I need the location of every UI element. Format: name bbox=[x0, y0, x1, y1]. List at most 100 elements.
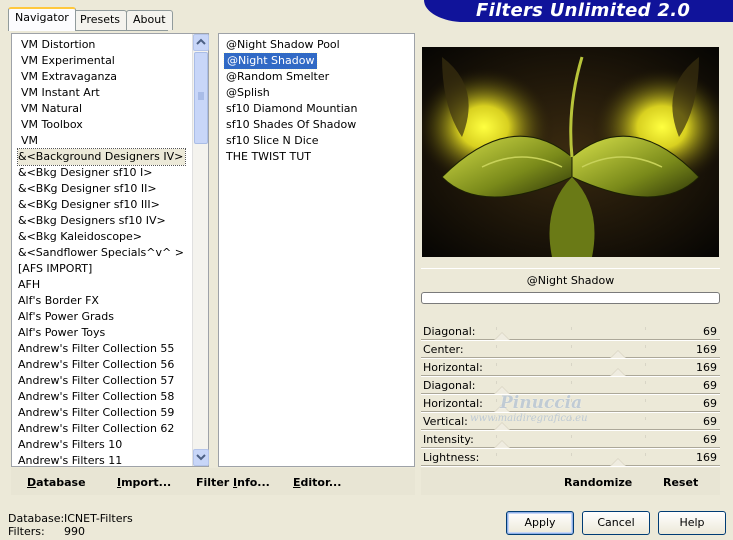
category-item-label: Alf's Power Grads bbox=[18, 310, 114, 323]
category-item[interactable]: Alf's Power Toys bbox=[18, 325, 192, 341]
slider-row[interactable]: Diagonal: 69 bbox=[421, 323, 720, 341]
status-database-value: ICNET-Filters bbox=[64, 512, 133, 525]
reset-button[interactable]: Reset bbox=[663, 476, 698, 489]
slider-thumb[interactable] bbox=[610, 350, 627, 358]
slider-track[interactable] bbox=[421, 465, 720, 467]
category-item[interactable]: Andrew's Filters 10 bbox=[18, 437, 192, 453]
apply-button[interactable]: Apply bbox=[506, 511, 574, 535]
app-title: Filters Unlimited 2.0 bbox=[476, 0, 691, 21]
slider-label: Lightness: bbox=[423, 451, 480, 464]
slider-value: 69 bbox=[703, 433, 717, 446]
category-item[interactable]: VM Natural bbox=[18, 101, 192, 117]
randomize-button[interactable]: Randomize bbox=[564, 476, 632, 489]
tab-navigator[interactable]: Navigator bbox=[8, 7, 76, 31]
category-item[interactable]: [AFS IMPORT] bbox=[18, 261, 192, 277]
slider-row[interactable]: Intensity: 69 bbox=[421, 431, 720, 449]
help-button[interactable]: Help bbox=[658, 511, 726, 535]
category-item[interactable]: Andrew's Filter Collection 56 bbox=[18, 357, 192, 373]
filter-item[interactable]: sf10 Shades Of Shadow bbox=[226, 117, 406, 133]
slider-thumb[interactable] bbox=[493, 332, 510, 340]
status-filters: Filters: 990 bbox=[8, 525, 85, 538]
slider-tick bbox=[645, 345, 647, 348]
category-item[interactable]: &<Bkg Designer sf10 I> bbox=[18, 165, 192, 181]
category-item[interactable]: &<Bkg Kaleidoscope> bbox=[18, 229, 192, 245]
category-item[interactable]: AFH bbox=[18, 277, 192, 293]
category-item[interactable]: VM Toolbox bbox=[18, 117, 192, 133]
category-item[interactable]: &<Bkg Designers sf10 IV> bbox=[18, 213, 192, 229]
category-item-label: VM Instant Art bbox=[21, 86, 100, 99]
filter-item-label: @Splish bbox=[226, 86, 270, 99]
filter-list[interactable]: @Night Shadow Pool @Night Shadow @Random S… bbox=[218, 33, 415, 467]
category-item[interactable]: Andrew's Filters 11 bbox=[18, 453, 192, 469]
slider-thumb[interactable] bbox=[493, 440, 510, 448]
category-item-label: &<Background Designers IV> bbox=[16, 148, 187, 166]
slider-label: Diagonal: bbox=[423, 325, 476, 338]
slider-tick bbox=[645, 453, 647, 456]
filter-item[interactable]: sf10 Diamond Mountian bbox=[226, 101, 406, 117]
category-list[interactable]: VM Distortion VM Experimental VM Extravaga… bbox=[11, 33, 209, 467]
category-item[interactable]: Andrew's Filter Collection 55 bbox=[18, 341, 192, 357]
slider-label: Diagonal: bbox=[423, 379, 476, 392]
slider-row[interactable]: Center: 169 bbox=[421, 341, 720, 359]
filter-item[interactable]: @Night Shadow Pool bbox=[226, 37, 406, 53]
active-filter-name: @Night Shadow bbox=[421, 268, 720, 290]
category-item-label: &<Bkg Designers sf10 IV> bbox=[18, 214, 166, 227]
scroll-down-button[interactable] bbox=[193, 449, 209, 466]
category-item[interactable]: Andrew's Filter Collection 57 bbox=[18, 373, 192, 389]
category-item[interactable]: VM Instant Art bbox=[18, 85, 192, 101]
filter-item[interactable]: @Night Shadow bbox=[222, 52, 406, 70]
slider-tick bbox=[645, 327, 647, 330]
category-item[interactable]: VM Extravaganza bbox=[18, 69, 192, 85]
category-item-label: Andrew's Filter Collection 62 bbox=[18, 422, 175, 435]
category-item-label: &<Bkg Designer sf10 I> bbox=[18, 166, 153, 179]
import-button[interactable]: Import... bbox=[117, 476, 171, 489]
scroll-up-button[interactable] bbox=[193, 34, 209, 51]
category-item[interactable]: Alf's Border FX bbox=[18, 293, 192, 309]
filter-info-button-label: Filter Info... bbox=[196, 476, 270, 489]
filter-info-button[interactable]: Filter Info... bbox=[196, 476, 270, 489]
database-button-label: atabase bbox=[36, 476, 86, 489]
category-item[interactable]: &<BKg Designer sf10 III> bbox=[18, 197, 192, 213]
slider-row[interactable]: Lightness: 169 bbox=[421, 449, 720, 467]
slider-tick bbox=[645, 417, 647, 420]
right-toolbar: Randomize Reset bbox=[421, 468, 720, 495]
category-item-label: &<BKg Designer sf10 III> bbox=[18, 198, 160, 211]
slider-value: 169 bbox=[696, 361, 717, 374]
filter-item[interactable]: @Splish bbox=[226, 85, 406, 101]
category-scrollbar[interactable] bbox=[192, 34, 209, 466]
category-item[interactable]: Andrew's Filter Collection 62 bbox=[18, 421, 192, 437]
filter-item-label: sf10 Slice N Dice bbox=[226, 134, 319, 147]
slider-tick bbox=[645, 381, 647, 384]
scroll-thumb[interactable] bbox=[194, 52, 208, 144]
slider-value: 169 bbox=[696, 451, 717, 464]
category-item[interactable]: Andrew's Filter Collection 58 bbox=[18, 389, 192, 405]
slider-tick bbox=[570, 435, 572, 438]
category-item[interactable]: Andrew's Filter Collection 59 bbox=[18, 405, 192, 421]
tab-about[interactable]: About bbox=[126, 10, 173, 30]
editor-button[interactable]: Editor... bbox=[293, 476, 341, 489]
category-item[interactable]: &<Background Designers IV> bbox=[16, 148, 192, 166]
database-button[interactable]: Database bbox=[27, 476, 86, 489]
category-item[interactable]: VM bbox=[18, 133, 192, 149]
cancel-button[interactable]: Cancel bbox=[582, 511, 650, 535]
slider-tick bbox=[495, 453, 497, 456]
category-item[interactable]: Alf's Power Grads bbox=[18, 309, 192, 325]
category-item[interactable]: VM Distortion bbox=[18, 37, 192, 53]
slider-row[interactable]: Horizontal: 169 bbox=[421, 359, 720, 377]
category-item[interactable]: &<Sandflower Specials^v^ > bbox=[18, 245, 192, 261]
category-item[interactable]: VM Experimental bbox=[18, 53, 192, 69]
filter-item[interactable]: sf10 Slice N Dice bbox=[226, 133, 406, 149]
slider-thumb[interactable] bbox=[610, 368, 627, 376]
category-item-label: [AFS IMPORT] bbox=[18, 262, 93, 275]
chevron-up-icon bbox=[196, 38, 206, 45]
filter-item[interactable]: THE TWIST TUT bbox=[226, 149, 406, 165]
category-item-label: VM Experimental bbox=[21, 54, 115, 67]
filter-item-label: THE TWIST TUT bbox=[226, 150, 311, 163]
filter-item-label: sf10 Shades Of Shadow bbox=[226, 118, 357, 131]
tab-presets[interactable]: Presets bbox=[73, 10, 128, 30]
slider-thumb[interactable] bbox=[610, 458, 627, 466]
filter-item-label: @Night Shadow Pool bbox=[226, 38, 340, 51]
filter-item[interactable]: @Random Smelter bbox=[226, 69, 406, 85]
category-item[interactable]: &<BKg Designer sf10 II> bbox=[18, 181, 192, 197]
slider-tick bbox=[495, 399, 497, 402]
